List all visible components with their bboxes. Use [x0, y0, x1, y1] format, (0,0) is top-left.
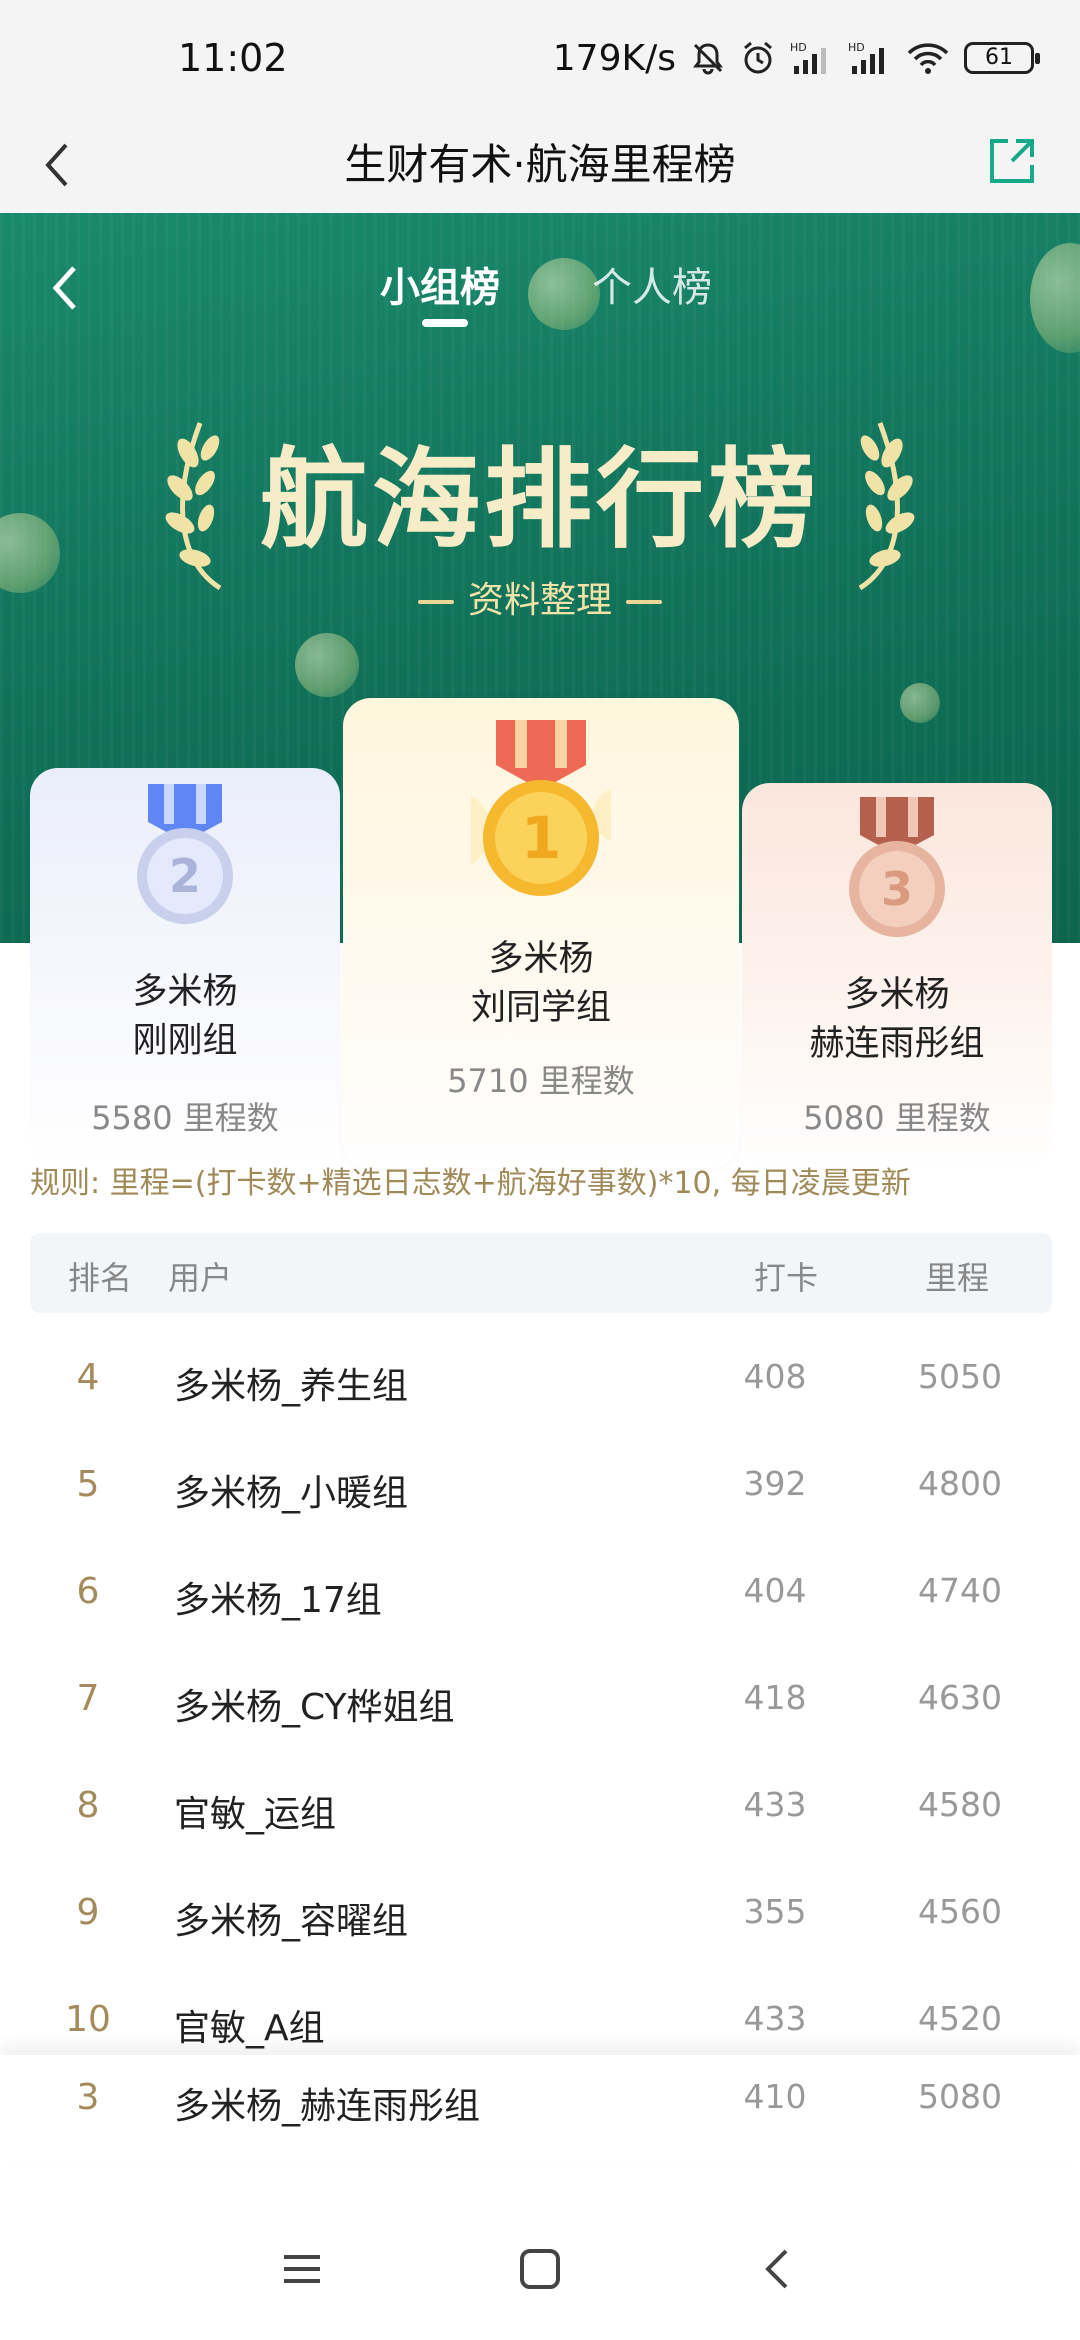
status-icons: 179K/s HD HD 61: [552, 34, 1040, 82]
rule-text: 规则: 里程=(打卡数+精选日志数+航海好事数)*10, 每日凌晨更新: [30, 1166, 911, 1201]
network-speed: 179K/s: [552, 37, 676, 79]
medal-rank: 2: [169, 849, 201, 903]
row-miles: 4630: [918, 1678, 1002, 1717]
medal-rank: 1: [521, 804, 561, 872]
row-rank: 5: [76, 1464, 100, 1505]
active-tab-indicator: [422, 319, 468, 327]
row-check-in: 355: [743, 1892, 807, 1931]
app-header: 生财有术·航海里程榜: [0, 125, 1080, 213]
home-square-icon[interactable]: [510, 2239, 570, 2299]
header-user: 用户: [168, 1259, 233, 1297]
decorative-bubble: [528, 258, 600, 330]
bronze-medal-icon: 3: [849, 797, 945, 937]
hd-signal-icon: HD: [848, 41, 884, 74]
svg-text:HD: HD: [790, 41, 807, 54]
decorative-bubble: [900, 683, 940, 723]
decorative-bubble: [295, 633, 359, 697]
table-row[interactable]: 4 多米杨_养生组 408 5050: [30, 1330, 1052, 1437]
podium-name-line1: 多米杨: [844, 975, 950, 1015]
row-miles: 4580: [918, 1785, 1002, 1824]
ranking-list: 4 多米杨_养生组 408 5050 5 多米杨_小暖组 392 4800 6 …: [30, 1330, 1052, 2079]
row-miles: 4560: [918, 1892, 1002, 1931]
podium-card-second[interactable]: 2 多米杨 刚刚组 5580 里程数: [30, 768, 340, 1168]
row-miles: 4520: [918, 1999, 1002, 2038]
row-check-in: 404: [743, 1571, 807, 1610]
row-name: 官敏_A组: [174, 2008, 325, 2049]
svg-text:HD: HD: [848, 41, 865, 54]
podium-name-line1: 多米杨: [488, 939, 594, 979]
row-rank: 8: [76, 1785, 100, 1826]
hd-signal-icon: HD: [790, 41, 826, 74]
row-rank: 4: [76, 1357, 100, 1398]
row-check-in: 408: [743, 1357, 807, 1396]
podium-name: 多米杨 赫连雨彤组: [742, 971, 1052, 1069]
row-name: 多米杨_容曜组: [174, 1901, 409, 1942]
status-bar: 11:02 179K/s HD HD 61: [0, 0, 1080, 125]
battery-icon: 61: [964, 42, 1040, 74]
podium-name-line2: 刚刚组: [132, 1021, 238, 1061]
row-check-in: 392: [743, 1464, 807, 1503]
podium-name: 多米杨 刘同学组: [343, 935, 739, 1033]
my-miles: 5080: [918, 2077, 1002, 2116]
mute-icon: [693, 43, 723, 75]
row-name: 官敏_运组: [174, 1794, 337, 1835]
row-rank: 7: [76, 1678, 100, 1719]
row-name: 多米杨_养生组: [174, 1366, 409, 1407]
banner-subtitle: 资料整理: [0, 571, 1080, 623]
chevron-left-icon[interactable]: [46, 258, 86, 318]
tab-group-ranking[interactable]: 小组榜: [380, 255, 500, 313]
menu-icon[interactable]: [272, 2239, 332, 2299]
row-name: 多米杨_小暖组: [174, 1473, 409, 1514]
row-miles: 5050: [918, 1357, 1002, 1396]
table-row[interactable]: 6 多米杨_17组 404 4740: [30, 1544, 1052, 1651]
podium-name-line2: 刘同学组: [470, 988, 611, 1028]
row-rank: 9: [76, 1892, 100, 1933]
back-chevron-icon[interactable]: [748, 2239, 808, 2299]
row-name: 多米杨_CY桦姐组: [174, 1687, 455, 1728]
my-group-row[interactable]: 3 多米杨_赫连雨彤组 410 5080: [0, 2055, 1080, 2162]
table-row[interactable]: 7 多米杨_CY桦姐组 418 4630: [30, 1651, 1052, 1758]
wifi-icon: [907, 43, 949, 74]
tab-personal-ranking[interactable]: 个人榜: [592, 255, 712, 313]
podium-card-third[interactable]: 3 多米杨 赫连雨彤组 5080 里程数: [742, 783, 1052, 1168]
table-row[interactable]: 5 多米杨_小暖组 392 4800: [30, 1437, 1052, 1544]
alarm-icon: [744, 41, 772, 74]
table-header: 排名 用户 打卡 里程: [30, 1233, 1052, 1313]
podium-score: 5710 里程数: [447, 1062, 635, 1100]
header-rank: 排名: [68, 1259, 133, 1297]
my-check-in: 410: [743, 2077, 807, 2116]
share-external-icon[interactable]: [982, 131, 1042, 191]
my-rank: 3: [76, 2077, 100, 2118]
podium-card-first[interactable]: 1 多米杨 刘同学组 5710 里程数: [343, 698, 739, 1168]
row-miles: 4740: [918, 1571, 1002, 1610]
row-name: 多米杨_17组: [174, 1580, 382, 1621]
system-nav-bar: [0, 2195, 1080, 2340]
podium-name-line2: 赫连雨彤组: [809, 1024, 985, 1064]
header-miles: 里程: [925, 1259, 990, 1297]
row-check-in: 433: [743, 1999, 807, 2038]
laurel-icon: [858, 422, 915, 591]
podium-name: 多米杨 刚刚组: [30, 968, 340, 1066]
medal-rank: 3: [881, 862, 913, 916]
banner-subtitle-text: 资料整理: [467, 580, 612, 621]
row-rank: 6: [76, 1571, 100, 1612]
podium-score: 5580 里程数: [91, 1099, 279, 1137]
silver-medal-icon: 2: [137, 784, 233, 924]
table-row[interactable]: 9 多米杨_容曜组 355 4560: [30, 1865, 1052, 1972]
row-miles: 4800: [918, 1464, 1002, 1503]
subtitle-dash: [417, 600, 454, 604]
gold-medal-icon: 1: [471, 720, 611, 896]
row-check-in: 433: [743, 1785, 807, 1824]
row-rank: 10: [65, 1999, 111, 2040]
page-title: 生财有术·航海里程榜: [344, 140, 736, 189]
row-check-in: 418: [743, 1678, 807, 1717]
table-row[interactable]: 8 官敏_运组 433 4580: [30, 1758, 1052, 1865]
status-time: 11:02: [178, 36, 288, 80]
my-name: 多米杨_赫连雨彤组: [174, 2086, 481, 2127]
header-check-in: 打卡: [754, 1259, 819, 1297]
podium-score: 5080 里程数: [803, 1099, 991, 1137]
podium-name-line1: 多米杨: [132, 972, 238, 1012]
subtitle-dash: [626, 600, 662, 604]
